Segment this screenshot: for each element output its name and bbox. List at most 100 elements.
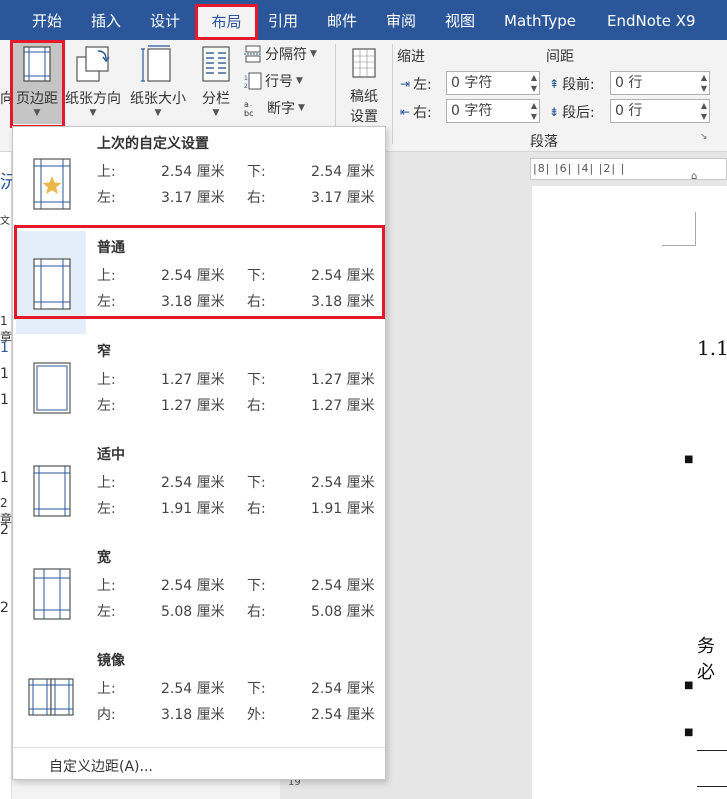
spacing-before-input[interactable]: 0 行 ▲ ▼: [610, 71, 710, 95]
draft-label-1: 稿纸: [350, 89, 378, 105]
size-label: 纸张大小: [130, 91, 186, 107]
svg-text:2: 2: [244, 83, 248, 90]
spacing-before-value: 0 行: [615, 75, 643, 91]
breaks-label: 分隔符: [265, 47, 307, 63]
size-button[interactable]: 纸张大小 ▼: [126, 42, 190, 124]
tab-review[interactable]: 审阅: [386, 0, 416, 40]
indent-left-label-group: ⇥ 左:: [400, 74, 432, 94]
spacing-before-icon: ⇞: [549, 77, 560, 91]
indent-marker-icon[interactable]: ⌂: [691, 171, 697, 182]
spin-arrows-icon[interactable]: ▲ ▼: [531, 100, 537, 122]
ribbon-separator: [392, 44, 393, 144]
margins-label: 页边距: [16, 91, 58, 107]
cell: 1.27 厘米: [311, 398, 375, 414]
orientation-button[interactable]: 纸张方向 ▼: [62, 42, 124, 124]
dialog-launcher-icon[interactable]: ↘: [700, 132, 708, 142]
columns-button[interactable]: 分栏 ▼: [194, 42, 238, 124]
option-name: 宽: [97, 550, 111, 566]
tab-references[interactable]: 引用: [268, 0, 298, 40]
cell: 上:: [97, 268, 116, 284]
cell: 2.54 厘米: [311, 268, 375, 284]
draft-paper-button[interactable]: 稿纸 设置: [340, 46, 388, 128]
tab-mathtype[interactable]: MathType: [504, 0, 576, 40]
cell: 1.27 厘米: [161, 372, 225, 388]
indent-left-label: 左:: [413, 77, 432, 93]
breaks-button[interactable]: 分隔符 ▼: [244, 44, 317, 64]
cell: 左:: [97, 294, 116, 310]
cell: 5.08 厘米: [311, 604, 375, 620]
cell: 2.54 厘米: [161, 268, 225, 284]
cell: 5.08 厘米: [161, 604, 225, 620]
document-page[interactable]: 1.1 ■ 务必 ■ ■: [532, 186, 727, 799]
option-icon-area: [16, 644, 86, 747]
indent-left-input[interactable]: 0 字符 ▲ ▼: [446, 71, 540, 95]
horizontal-ruler[interactable]: |8| |6| |4| |2| | ⌂: [530, 158, 727, 182]
draft-label-2: 设置: [350, 109, 378, 125]
cell: 3.18 厘米: [311, 294, 375, 310]
margin-option-last-custom[interactable]: 上次的自定义设置 上: 2.54 厘米 下: 2.54 厘米 左: 3.17 厘…: [13, 127, 385, 230]
cell: 上:: [97, 164, 116, 180]
line-numbers-button[interactable]: 12 行号 ▼: [244, 71, 303, 91]
margin-option-narrow[interactable]: 窄 上: 1.27 厘米 下: 1.27 厘米 左: 1.27 厘米 右: 1.…: [13, 335, 385, 438]
custom-margins-item[interactable]: 自定义边距(A)...: [13, 747, 385, 779]
underline-rule: [697, 786, 727, 787]
cell: 3.17 厘米: [161, 190, 225, 206]
bullet-marker: ■: [684, 727, 694, 738]
hyphenation-button[interactable]: a - bc 断字 ▼: [244, 98, 305, 118]
tab-insert[interactable]: 插入: [91, 0, 121, 40]
spin-arrows-icon[interactable]: ▲ ▼: [531, 72, 537, 94]
paragraph-group-label: 段落: [530, 134, 558, 150]
bullet-marker: ■: [684, 454, 694, 465]
cell: 2.54 厘米: [161, 681, 225, 697]
margins-icon: [23, 46, 51, 82]
nav-char[interactable]: 1: [0, 366, 9, 382]
cell: 右:: [247, 604, 266, 620]
breaks-caret-icon: ▼: [310, 49, 317, 59]
tab-home[interactable]: 开始: [32, 0, 62, 40]
spin-arrows-icon[interactable]: ▲ ▼: [701, 72, 707, 94]
tab-design[interactable]: 设计: [150, 0, 180, 40]
cell: 2.54 厘米: [311, 681, 375, 697]
nav-char[interactable]: 1: [0, 470, 9, 486]
margin-option-wide[interactable]: 宽 上: 2.54 厘米 下: 2.54 厘米 左: 5.08 厘米 右: 5.…: [13, 541, 385, 644]
indent-left-icon: ⇥: [400, 77, 411, 91]
tab-endnote[interactable]: EndNote X9: [607, 0, 696, 40]
spacing-after-label-group: ⇟ 段后:: [549, 102, 595, 122]
spacing-header: 间距: [546, 49, 574, 65]
indent-right-input[interactable]: 0 字符 ▲ ▼: [446, 99, 540, 123]
indent-right-label: 右:: [413, 105, 432, 121]
margin-option-mirrored[interactable]: 镜像 上: 2.54 厘米 下: 2.54 厘米 内: 3.18 厘米 外: 2…: [13, 644, 385, 747]
cell: 内:: [97, 707, 116, 723]
tab-mailings[interactable]: 邮件: [327, 0, 357, 40]
option-icon-area: [16, 541, 86, 644]
cell: 右:: [247, 398, 266, 414]
tab-view[interactable]: 视图: [445, 0, 475, 40]
custom-margins-label: 自定义边距(A)...: [49, 759, 153, 775]
star-margin-icon: [33, 158, 71, 210]
spacing-after-input[interactable]: 0 行 ▲ ▼: [610, 99, 710, 123]
columns-label: 分栏: [202, 91, 230, 107]
cell: 下:: [247, 681, 266, 697]
nav-char[interactable]: 2: [0, 522, 9, 538]
margin-option-moderate[interactable]: 适中 上: 2.54 厘米 下: 2.54 厘米 左: 1.91 厘米 右: 1…: [13, 438, 385, 541]
cell: 2.54 厘米: [161, 578, 225, 594]
cell: 3.18 厘米: [161, 707, 225, 723]
cell: 右:: [247, 190, 266, 206]
hyphenation-icon: a -bc: [244, 100, 253, 117]
nav-char[interactable]: 1: [0, 392, 9, 408]
option-name: 普通: [97, 240, 125, 256]
spin-arrows-icon[interactable]: ▲ ▼: [701, 100, 707, 122]
cell: 下:: [247, 578, 266, 594]
nav-char[interactable]: 1: [0, 340, 9, 356]
nav-char[interactable]: 2: [0, 600, 9, 616]
columns-caret-icon: ▼: [212, 108, 220, 118]
breaks-icon: [244, 45, 262, 63]
svg-text:bc: bc: [244, 109, 253, 117]
margin-option-normal[interactable]: 普通 上: 2.54 厘米 下: 2.54 厘米 左: 3.18 厘米 右: 3…: [13, 231, 385, 334]
tab-layout[interactable]: 布局: [198, 4, 255, 40]
option-name: 适中: [97, 447, 125, 463]
cell: 2.54 厘米: [311, 164, 375, 180]
cell: 上:: [97, 475, 116, 491]
draft-paper-icon: [352, 48, 376, 78]
margins-button[interactable]: 页边距 ▼: [12, 42, 62, 124]
